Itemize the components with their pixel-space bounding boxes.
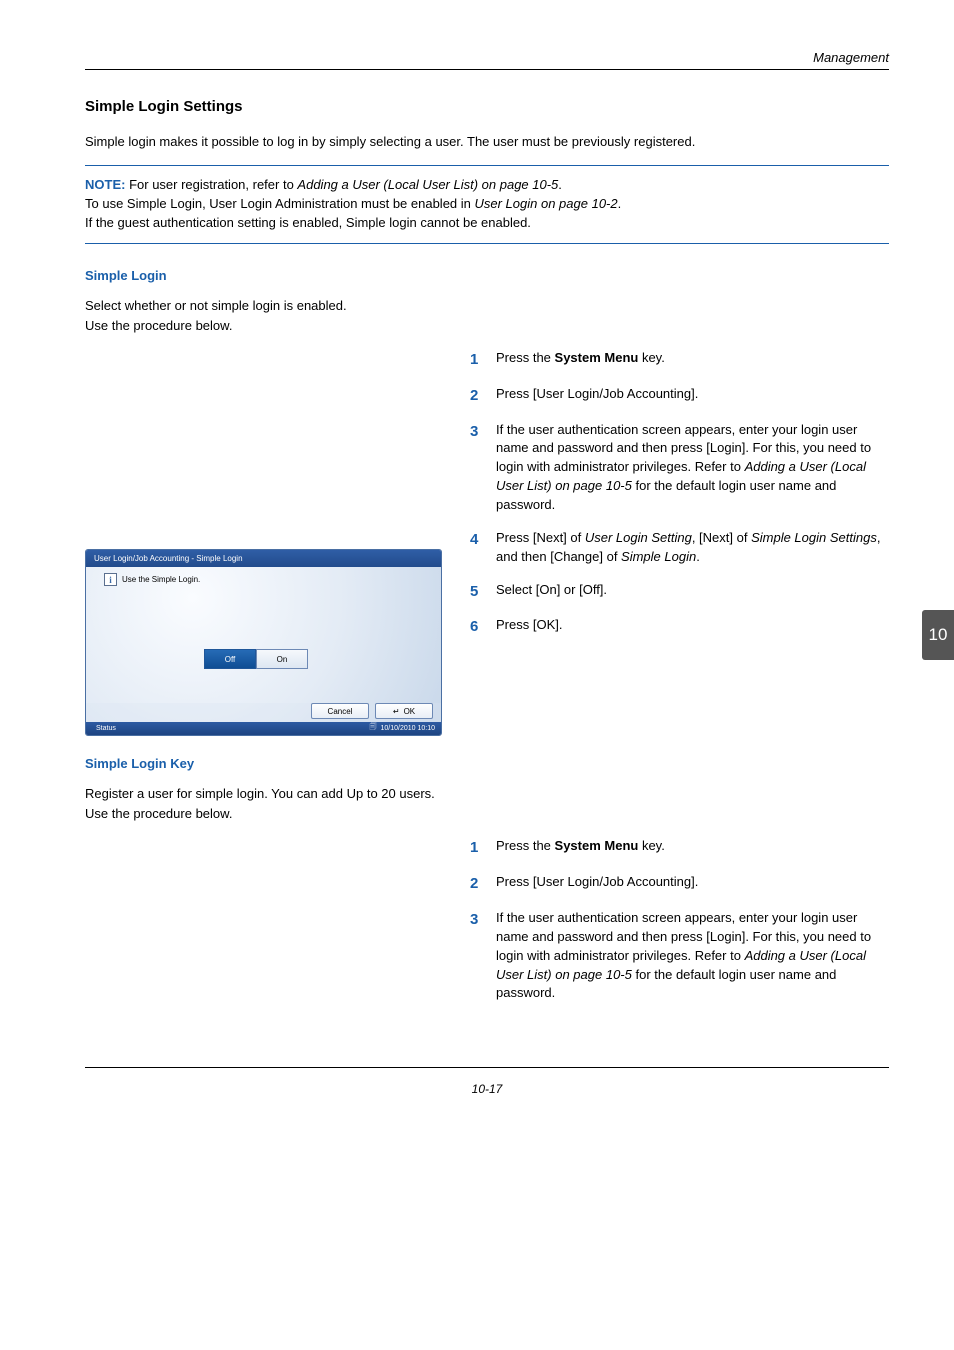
body-text: Use the procedure below.	[85, 317, 889, 335]
step-text: Press [OK].	[496, 616, 889, 635]
step-text: Press [User Login/Job Accounting].	[496, 385, 889, 404]
note-text: To use Simple Login, User Login Administ…	[85, 196, 475, 211]
step-text: Press the	[496, 838, 555, 853]
status-label: Status	[96, 725, 116, 732]
subhead-simple-login-key: Simple Login Key	[85, 756, 889, 771]
step-text: , [Next] of	[692, 530, 751, 545]
step-text: .	[696, 549, 700, 564]
note-label: NOTE:	[85, 177, 125, 192]
note-text: For user registration, refer to	[129, 177, 297, 192]
body-text: Register a user for simple login. You ca…	[85, 785, 889, 803]
note-box: NOTE: For user registration, refer to Ad…	[85, 165, 889, 244]
note-ref: Adding a User (Local User List) on page …	[297, 177, 558, 192]
step-text: key.	[638, 350, 665, 365]
step-text: key.	[638, 838, 665, 853]
note-ref: User Login on page 10-2	[475, 196, 618, 211]
dialog-hint: Use the Simple Login.	[122, 575, 200, 584]
subhead-simple-login: Simple Login	[85, 268, 889, 283]
step-ref: User Login Setting	[585, 530, 692, 545]
info-icon: i	[104, 573, 117, 586]
page-header-section: Management	[85, 50, 889, 70]
note-text: .	[618, 196, 622, 211]
step-text: System Menu	[555, 838, 639, 853]
status-timestamp: 10/10/2010 10:10	[381, 725, 436, 732]
ok-button[interactable]: ↵ OK	[375, 703, 433, 719]
on-button[interactable]: On	[256, 649, 308, 669]
step-text: Press [User Login/Job Accounting].	[496, 873, 889, 892]
body-text: Select whether or not simple login is en…	[85, 297, 889, 315]
simple-login-dialog: User Login/Job Accounting - Simple Login…	[85, 549, 442, 736]
step-ref: Simple Login	[621, 549, 696, 564]
step-text: System Menu	[555, 350, 639, 365]
step-ref: Simple Login Settings	[751, 530, 877, 545]
step-text: Press [Next] of	[496, 530, 585, 545]
procedure-steps-1: Press the System Menu key. Press [User L…	[470, 349, 889, 638]
dialog-title: User Login/Job Accounting - Simple Login	[86, 550, 441, 567]
step-text: Press the	[496, 350, 555, 365]
chapter-thumb-tab: 10	[922, 610, 954, 660]
cancel-button[interactable]: Cancel	[311, 703, 369, 719]
note-text: If the guest authentication setting is e…	[85, 215, 531, 230]
intro-paragraph: Simple login makes it possible to log in…	[85, 133, 889, 151]
procedure-steps-2: Press the System Menu key. Press [User L…	[470, 837, 889, 1003]
section-title: Simple Login Settings	[85, 98, 889, 115]
enter-icon: ↵	[393, 707, 400, 716]
page-number: 10-17	[85, 1067, 889, 1096]
step-text: Select [On] or [Off].	[496, 581, 889, 600]
off-button[interactable]: Off	[204, 649, 256, 669]
ok-label: OK	[404, 707, 416, 716]
body-text: Use the procedure below.	[85, 805, 889, 823]
copy-icon: 🗐	[370, 723, 377, 734]
note-text: .	[558, 177, 562, 192]
